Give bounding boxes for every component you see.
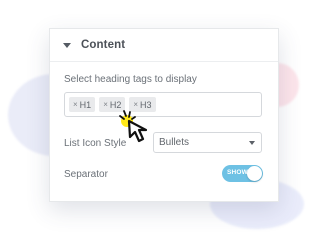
list-icon-style-label: List Icon Style xyxy=(64,138,127,149)
separator-label: Separator xyxy=(64,169,108,180)
list-icon-style-select[interactable]: Bullets xyxy=(153,132,262,153)
tag-h1: × H1 xyxy=(69,97,96,112)
select-value: Bullets xyxy=(159,137,190,148)
remove-tag-icon[interactable]: × xyxy=(133,100,138,109)
content-settings-panel: Content Select heading tags to display ×… xyxy=(49,28,279,202)
tag-h3: × H3 xyxy=(129,97,156,112)
toggle-state-text: SHOW xyxy=(227,169,249,176)
panel-title: Content xyxy=(81,39,126,51)
heading-tags-multiselect[interactable]: × H1 × H2 × H3 xyxy=(64,92,262,117)
toggle-knob[interactable] xyxy=(247,166,262,181)
chevron-down-icon xyxy=(249,140,255,145)
panel-header[interactable]: Content xyxy=(50,29,278,62)
remove-tag-icon[interactable]: × xyxy=(73,100,78,109)
remove-tag-icon[interactable]: × xyxy=(103,100,108,109)
tag-label: H2 xyxy=(109,99,122,110)
tag-label: H3 xyxy=(140,99,152,110)
tag-h2: × H2 xyxy=(99,97,126,112)
tag-label: H1 xyxy=(79,99,92,110)
heading-tags-label: Select heading tags to display xyxy=(64,74,197,85)
separator-toggle[interactable]: SHOW xyxy=(222,165,263,182)
caret-down-icon[interactable] xyxy=(63,43,71,48)
